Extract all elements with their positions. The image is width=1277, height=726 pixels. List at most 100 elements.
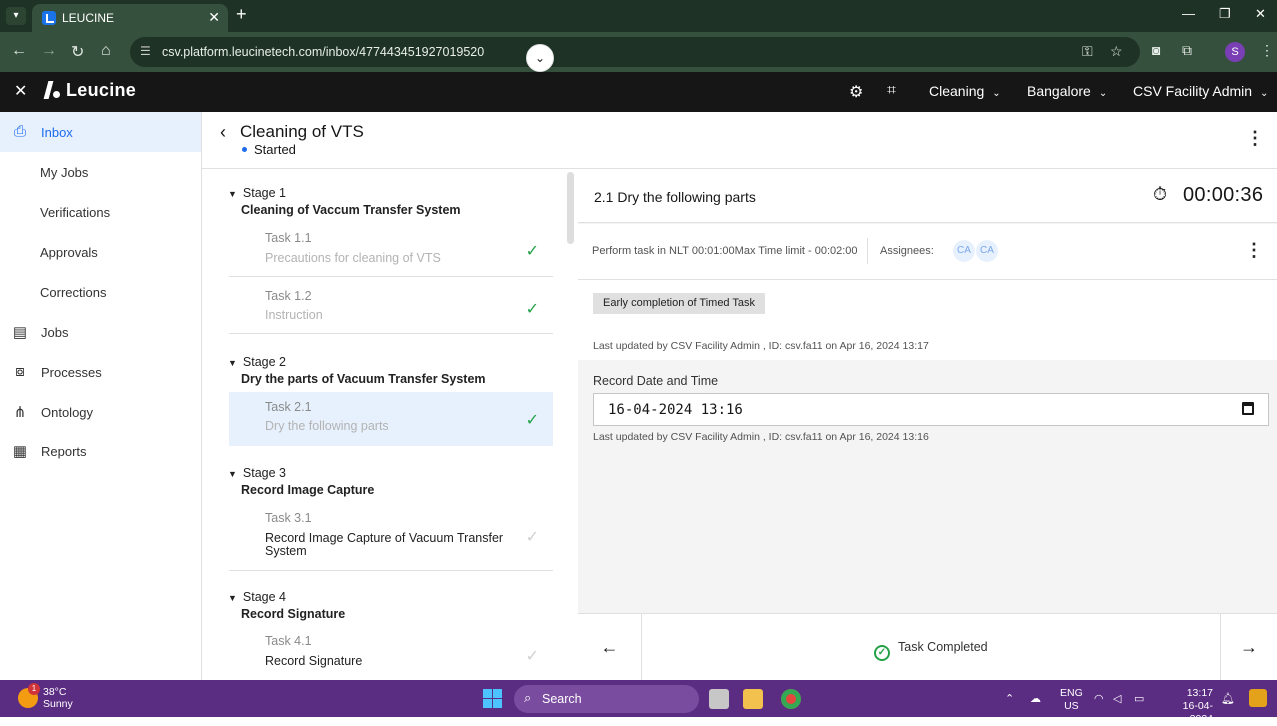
task-4-1[interactable]: Task 4.1 Record Signature ✓ [229, 627, 553, 680]
browser-tab-strip: ▾ LEUCINE ✕ + — ❐ ✕ [0, 0, 1277, 32]
url-text[interactable]: csv.platform.leucinetech.com/inbox/47744… [162, 45, 484, 59]
minimize-icon[interactable]: — [1182, 6, 1195, 21]
task-more-options-icon[interactable]: ⋮ [1245, 240, 1263, 261]
leucine-logo-mark-icon [42, 81, 60, 99]
weather-widget[interactable]: 38°C Sunny [43, 686, 73, 710]
windows-start-icon[interactable] [483, 689, 502, 708]
completed-check-icon: ✓ [525, 243, 539, 260]
stage-3-header[interactable]: ▼ Stage 3 [228, 466, 286, 480]
task-3-1[interactable]: Task 3.1 Record Image Capture of Vacuum … [229, 503, 553, 571]
sidebar-item-reports[interactable]: ▦ Reports [0, 431, 201, 471]
task-description: Record Image Capture of Vacuum Transfer … [265, 531, 504, 558]
system-clock[interactable]: 13:17 16-04-2024 [1161, 687, 1213, 726]
chevron-down-icon: ⌄ [534, 51, 546, 65]
file-explorer-icon[interactable] [743, 689, 763, 709]
task-completed-status: ✓ Task Completed [874, 640, 988, 661]
use-case-select[interactable]: Cleaning ⌄ [929, 83, 1001, 99]
password-key-icon[interactable]: ⚿ [1082, 43, 1093, 60]
extensions-puzzle-icon[interactable]: ⧉ [1182, 42, 1192, 59]
task-number: Task 2.1 [265, 400, 312, 414]
window-close-icon[interactable]: ✕ [1255, 6, 1266, 22]
camera-extension-icon[interactable]: ◙ [1152, 42, 1160, 58]
sidebar-item-verifications[interactable]: Verifications [0, 192, 201, 232]
task-detail-panel: 2.1 Dry the following parts ⏱ 00:00:36 P… [578, 169, 1277, 681]
leucine-logo: Leucine [42, 80, 136, 102]
stage-label: Stage 1 [242, 186, 287, 200]
weather-sun-icon[interactable]: 1 [18, 683, 40, 708]
sidebar-item-approvals[interactable]: Approvals [0, 232, 201, 272]
volume-icon[interactable]: ◁ [1113, 692, 1121, 705]
sidebar-item-label: Processes [41, 365, 102, 380]
facility-select[interactable]: Bangalore ⌄ [1027, 83, 1107, 99]
user-menu-label: CSV Facility Admin [1133, 83, 1253, 99]
stage-name: Record Signature [241, 607, 346, 621]
close-tab-icon[interactable]: ✕ [208, 9, 220, 26]
browser-menu-icon[interactable]: ⋮ [1260, 42, 1274, 59]
job-more-options-icon[interactable]: ⋮ [1246, 128, 1264, 149]
forward-icon[interactable]: → [41, 42, 57, 60]
sidebar-item-my-jobs[interactable]: My Jobs [0, 152, 201, 192]
assignees-label: Assignees: [880, 245, 934, 257]
assignee-avatar[interactable]: CA [976, 240, 998, 262]
task-view-icon[interactable] [709, 689, 729, 709]
battery-icon[interactable]: ▭ [1134, 692, 1144, 705]
chevron-down-icon: ⌄ [992, 88, 1001, 99]
sidebar-item-ontology[interactable]: ⋔ Ontology [0, 392, 201, 432]
next-task-button[interactable]: → [1220, 614, 1277, 681]
reload-icon[interactable]: ↻ [71, 42, 84, 62]
task-detail-header: 2.1 Dry the following parts ⏱ 00:00:36 [578, 169, 1277, 223]
timed-task-chip: Early completion of Timed Task [593, 293, 766, 314]
stage-label: Stage 2 [242, 355, 287, 369]
tab-search-chevron-icon[interactable]: ▾ [6, 7, 26, 25]
sidebar-item-processes[interactable]: ⧇ Processes [0, 352, 201, 392]
sidebar-item-corrections[interactable]: Corrections [0, 272, 201, 312]
bookmark-star-icon[interactable]: ☆ [1110, 43, 1123, 60]
scan-icon[interactable]: ⌗ [887, 82, 896, 100]
browser-tab[interactable]: LEUCINE ✕ [32, 4, 228, 32]
home-icon[interactable]: ⌂ [101, 42, 111, 60]
date-time-input[interactable]: 16-04-2024 13:16 [593, 393, 1269, 426]
language-indicator[interactable]: ENG US [1060, 687, 1083, 713]
notification-bell-icon[interactable]: 🔔︎ [1221, 692, 1235, 705]
calendar-icon[interactable] [1242, 402, 1254, 415]
task-1-2[interactable]: Task 1.2 Instruction ✓ [229, 278, 553, 334]
wifi-icon[interactable]: ◠ [1094, 692, 1104, 705]
user-menu-select[interactable]: CSV Facility Admin ⌄ [1133, 83, 1268, 99]
new-tab-icon[interactable]: + [236, 4, 247, 25]
timer-icon: ⏱ [1153, 184, 1168, 204]
stage-1-header[interactable]: ▼ Stage 1 [228, 186, 286, 200]
sidebar-item-label: Corrections [40, 285, 107, 300]
chrome-icon[interactable] [781, 689, 801, 709]
profile-avatar[interactable]: S [1225, 42, 1245, 62]
sidebar-item-label: Approvals [40, 245, 98, 260]
sidebar-item-inbox[interactable]: ⎙ Inbox [0, 112, 201, 152]
sidebar-item-label: Verifications [40, 205, 111, 220]
sidebar-item-jobs[interactable]: ▤ Jobs [0, 312, 201, 352]
back-icon[interactable]: ← [11, 42, 27, 60]
task-2-1[interactable]: Task 2.1 Dry the following parts ✓ [229, 392, 553, 446]
stage-list-scrollbar[interactable] [567, 172, 574, 244]
collapse-header-button[interactable]: ⌄ [526, 44, 554, 72]
address-bar[interactable]: ☰ csv.platform.leucinetech.com/inbox/477… [130, 37, 1140, 67]
stage-4-header[interactable]: ▼ Stage 4 [228, 590, 286, 604]
site-info-icon[interactable]: ☰ [140, 44, 154, 58]
sidebar-item-label: Jobs [41, 325, 69, 340]
maximize-icon[interactable]: ❐ [1219, 6, 1231, 22]
temperature: 38°C [43, 686, 67, 698]
close-menu-icon[interactable]: ✕ [14, 81, 27, 101]
taskbar-search[interactable]: ⌕ Search [514, 685, 699, 713]
assignee-avatar[interactable]: CA [953, 240, 975, 262]
stage-2-header[interactable]: ▼ Stage 2 [228, 355, 286, 369]
task-footer: ← ✓ Task Completed → [578, 613, 1277, 681]
onedrive-cloud-icon[interactable]: ☁ [1030, 692, 1041, 705]
task-description: Record Signature [265, 654, 363, 668]
task-1-1[interactable]: Task 1.1 Precautions for cleaning of VTS… [229, 224, 553, 277]
record-date-time-parameter: Record Date and Time 16-04-2024 13:16 La… [578, 362, 1277, 452]
stage-label: Stage 4 [242, 590, 287, 604]
back-arrow-icon[interactable]: ‹ [220, 122, 226, 143]
tray-chevron-up-icon[interactable]: ⌃ [1005, 692, 1014, 705]
settings-gear-icon[interactable]: ⚙ [849, 82, 863, 102]
task-title: 2.1 Dry the following parts [594, 189, 756, 205]
copilot-icon[interactable] [1249, 689, 1267, 707]
previous-task-button[interactable]: ← [578, 614, 642, 681]
